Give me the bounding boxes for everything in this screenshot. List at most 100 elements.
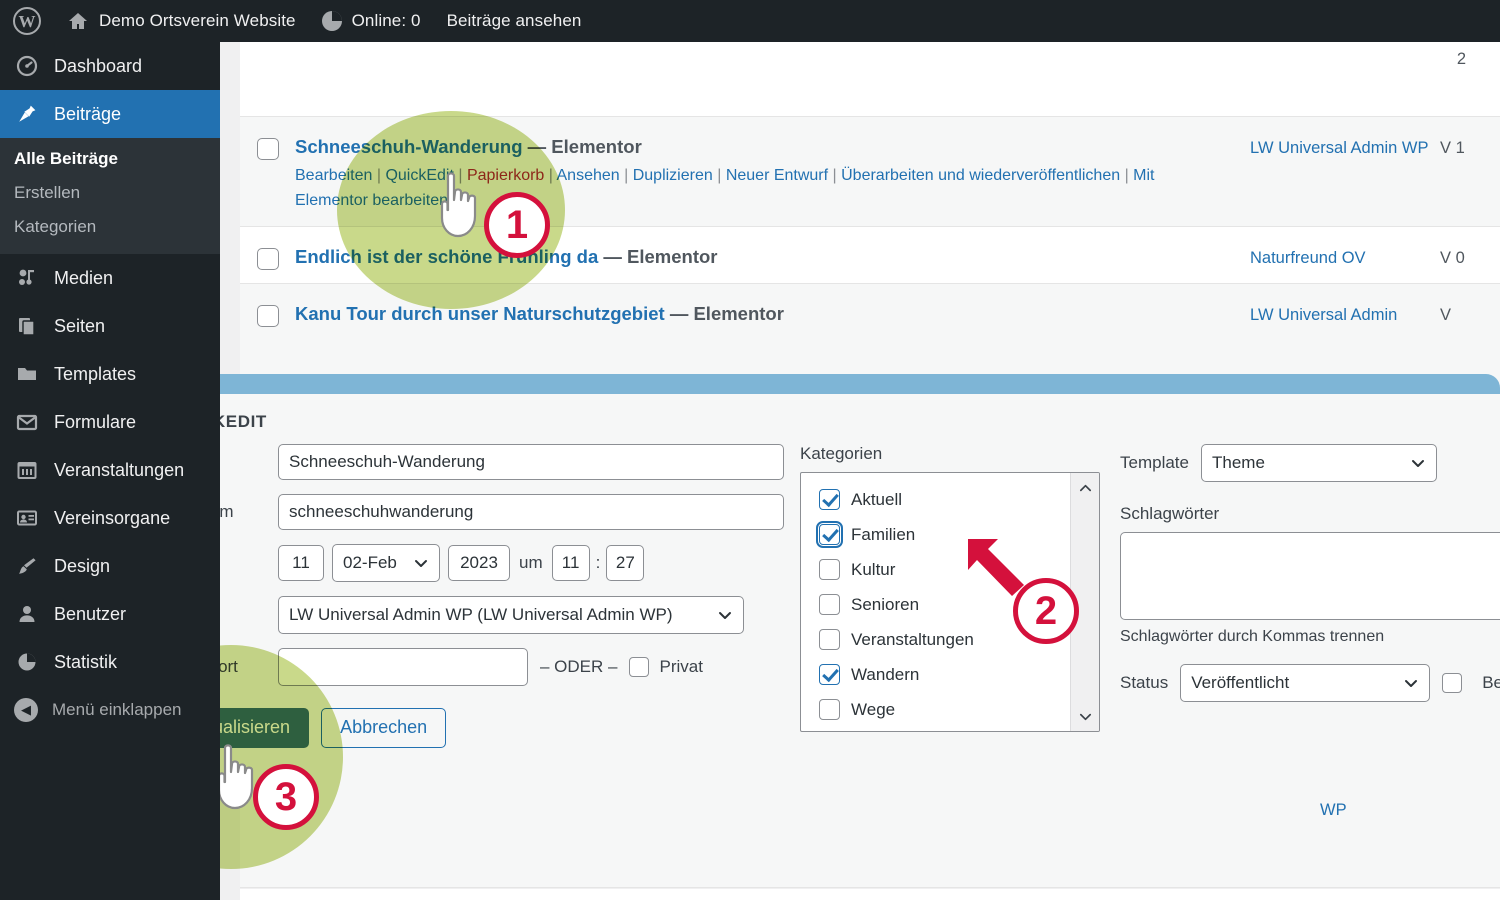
sidebar-item-seiten[interactable]: Seiten <box>0 302 220 350</box>
sidebar-item-veranstaltungen[interactable]: Veranstaltungen <box>0 446 220 494</box>
wordpress-logo-button[interactable]: W <box>0 0 54 42</box>
table-row[interactable]: Schneeschuh-Wanderung — Elementor Bearbe… <box>240 117 1500 227</box>
sidebar-item-label: Dashboard <box>54 55 143 76</box>
quickedit-inner: QUICKEDIT Titel Schneeschuh-Wanderung Ti… <box>150 394 1500 798</box>
row-author[interactable]: LW Universal Admin <box>1250 302 1440 328</box>
sidebar-item-design[interactable]: Design <box>0 542 220 590</box>
schlagwoerter-textarea[interactable] <box>1120 532 1500 620</box>
post-title-link[interactable]: Schneeschuh-Wanderung — Elementor <box>295 135 1230 158</box>
datum-year-input[interactable]: 2023 <box>448 545 510 581</box>
row-action-neuer-entwurf[interactable]: Neuer Entwurf <box>726 167 828 184</box>
row-action-ueberarbeiten[interactable]: Überarbeiten und wiederveröffentlichen <box>841 167 1120 184</box>
row-last-column: V 1 <box>1440 139 1465 157</box>
row-checkbox[interactable] <box>256 304 279 327</box>
row-checkbox[interactable] <box>256 138 279 160</box>
sidebar-item-label: Statistik <box>54 651 118 672</box>
row-action-bearbeiten[interactable]: Bearbeiten <box>295 167 372 184</box>
category-item-wandern[interactable]: Wandern <box>819 657 1099 692</box>
post-title-link[interactable]: Kanu Tour durch unser Naturschutzgebiet … <box>295 302 1230 325</box>
titel-input[interactable]: Schneeschuh-Wanderung <box>278 444 784 480</box>
post-title-suffix: — Elementor <box>603 245 718 267</box>
row-checkbox-cell[interactable] <box>240 245 295 270</box>
chevron-down-icon[interactable] <box>1071 704 1099 728</box>
post-title-suffix: — Elementor <box>527 136 642 157</box>
field-passwort: Passwort – ODER – Privat <box>168 648 800 686</box>
sidebar-item-benutzer[interactable]: Benutzer <box>0 590 220 638</box>
privat-checkbox[interactable] <box>629 657 650 677</box>
titelform-input[interactable]: schneeschuhwanderung <box>278 494 784 530</box>
category-checkbox[interactable] <box>819 699 840 720</box>
step-badge-2: 2 <box>1013 578 1079 644</box>
template-select[interactable]: Theme <box>1200 444 1437 482</box>
partial-count-value: 2 <box>1456 50 1466 68</box>
row-author[interactable]: LW Universal Admin WP <box>1250 135 1440 161</box>
privat-label: Privat <box>659 657 703 676</box>
status-select[interactable]: Veröffentlicht <box>1180 664 1431 702</box>
autor-select[interactable]: LW Universal Admin WP (LW Universal Admi… <box>278 596 744 634</box>
sidebar-item-templates[interactable]: Templates <box>0 350 220 398</box>
row-author-continuation: WP <box>1320 801 1347 819</box>
sidebar-item-medien[interactable]: Medien <box>0 254 220 302</box>
category-label: Familien <box>851 524 916 544</box>
step-badge-3: 3 <box>253 764 319 830</box>
row-checkbox-cell[interactable] <box>240 302 295 327</box>
datum-month-select[interactable]: 02-Feb <box>332 544 440 582</box>
row-action-ansehen[interactable]: Ansehen <box>557 167 620 184</box>
datum-day-input[interactable]: 11 <box>278 545 324 581</box>
category-item-aktuell[interactable]: Aktuell <box>819 482 1099 517</box>
datum-hour-input[interactable]: 11 <box>551 545 590 581</box>
datum-at-label: um <box>519 553 543 572</box>
category-label: Veranstaltungen <box>851 629 974 649</box>
sidebar-item-kategorien[interactable]: Kategorien <box>0 210 220 244</box>
passwort-input[interactable] <box>278 648 528 686</box>
online-label: Online: 0 <box>351 11 421 30</box>
sticky-checkbox[interactable] <box>1442 673 1463 693</box>
chevron-left-circle-icon: ◀ <box>14 698 38 722</box>
chevron-up-icon[interactable] <box>1071 476 1099 500</box>
sidebar-collapse-label: Menü einklappen <box>52 700 182 719</box>
category-checkbox[interactable] <box>819 629 840 650</box>
admin-sidebar: Dashboard Beiträge Alle Beiträge Erstell… <box>0 42 220 900</box>
category-label: Wandern <box>851 664 920 684</box>
category-label: Aktuell <box>851 489 903 509</box>
sidebar-subitem-label: Kategorien <box>14 217 97 236</box>
row-action-duplizieren[interactable]: Duplizieren <box>633 167 713 184</box>
datum-minute-input[interactable]: 27 <box>606 545 645 581</box>
row-author[interactable]: Naturfreund OV <box>1250 245 1440 271</box>
online-counter[interactable]: Online: 0 <box>309 0 434 42</box>
category-checkbox[interactable] <box>819 664 840 685</box>
sidebar-item-dashboard[interactable]: Dashboard <box>0 42 220 90</box>
sidebar-item-formulare[interactable]: Formulare <box>0 398 220 446</box>
row-action-papierkorb[interactable]: Papierkorb <box>467 167 544 184</box>
quickedit-buttons: Aktualisieren Abbrechen <box>168 708 800 748</box>
post-title-link[interactable]: Endlich ist der schöne Frühling da — Ele… <box>295 245 1230 268</box>
chevron-down-icon <box>1403 675 1419 691</box>
category-item-wege[interactable]: Wege <box>819 692 1099 727</box>
site-name-link[interactable]: Demo Ortsverein Website <box>54 0 309 42</box>
sidebar-item-erstellen[interactable]: Erstellen <box>0 176 220 210</box>
dashboard-icon <box>14 53 40 79</box>
sidebar-item-label: Benutzer <box>54 603 127 624</box>
sidebar-collapse-button[interactable]: ◀ Menü einklappen <box>0 686 220 734</box>
view-posts-link[interactable]: Beiträge ansehen <box>434 0 595 42</box>
sidebar-item-beitraege[interactable]: Beiträge <box>0 90 220 138</box>
sidebar-item-vereinsorgane[interactable]: Vereinsorgane <box>0 494 220 542</box>
autor-value: LW Universal Admin WP (LW Universal Admi… <box>289 605 673 624</box>
status-label: Status <box>1120 673 1169 692</box>
post-title-text: Kanu Tour durch unser Naturschutzgebiet <box>295 302 665 324</box>
sidebar-item-alle-beitraege[interactable]: Alle Beiträge <box>0 142 220 176</box>
sidebar-item-statistik[interactable]: Statistik <box>0 638 220 686</box>
row-action-quickedit[interactable]: QuickEdit <box>385 167 453 184</box>
category-checkbox[interactable] <box>819 559 840 580</box>
row-checkbox-cell[interactable] <box>240 135 295 160</box>
category-checkbox[interactable] <box>819 489 840 510</box>
row-checkbox[interactable] <box>256 247 279 270</box>
category-checkbox[interactable] <box>819 594 840 615</box>
abbrechen-button[interactable]: Abbrechen <box>321 708 447 748</box>
sidebar-item-label: Medien <box>54 267 114 288</box>
table-row[interactable]: Endlich ist der schöne Frühling da — Ele… <box>240 227 1500 284</box>
category-checkbox[interactable] <box>816 521 843 548</box>
category-item-familien[interactable]: Familien <box>816 517 1099 552</box>
wordpress-logo-icon: W <box>13 7 41 35</box>
datum-month-value: 02-Feb <box>343 553 397 572</box>
